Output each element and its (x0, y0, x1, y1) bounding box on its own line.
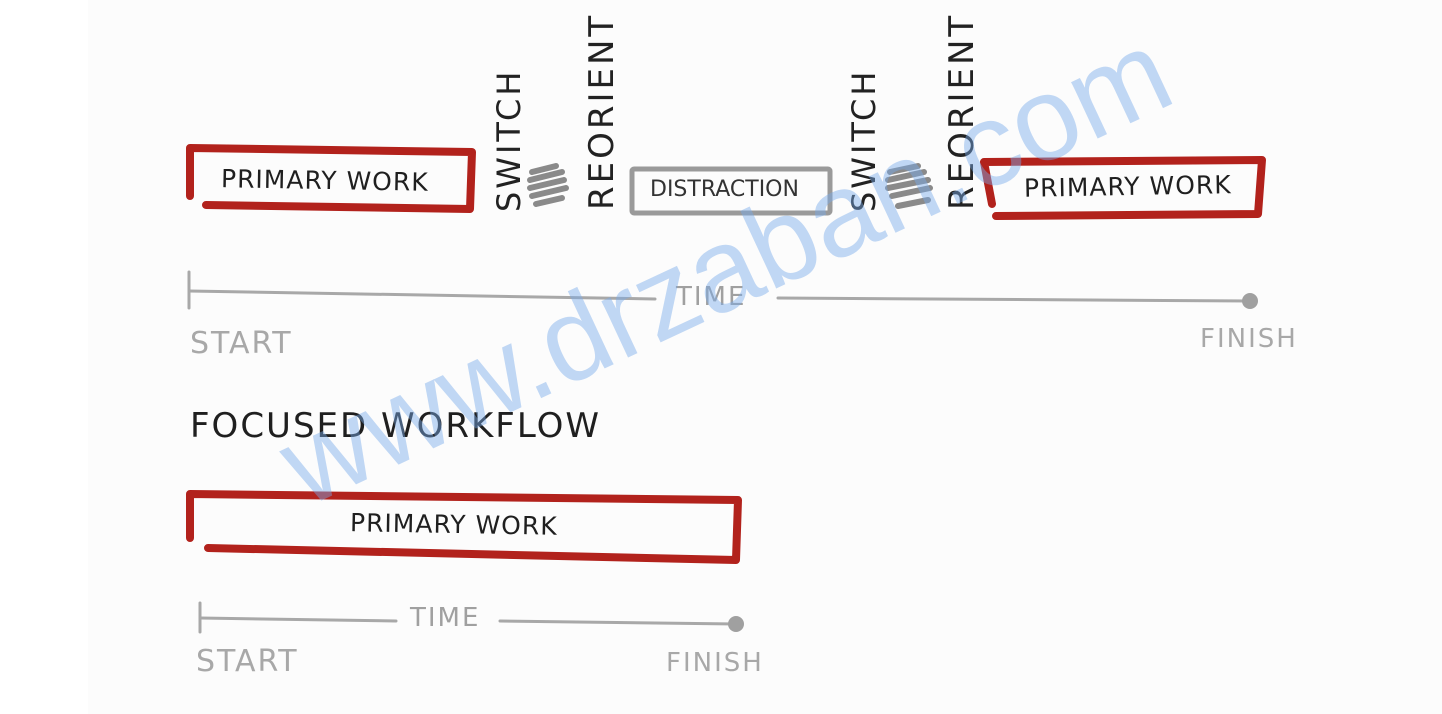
switch-scribble-2 (885, 163, 933, 209)
top-time-label: TIME (676, 282, 747, 312)
switch-label-2: SWITCH (845, 68, 883, 212)
top-timeline-end-dot (1242, 293, 1258, 309)
focused-primary-work-label: PRIMARY WORK (349, 508, 558, 541)
primary-work-label-2: PRIMARY WORK (1023, 170, 1232, 203)
distraction-label: DISTRACTION (650, 177, 799, 202)
reorient-label-1: REORIENT (582, 12, 622, 210)
focused-timeline-end-dot (728, 616, 744, 632)
reorient-label-2: REORIENT (942, 12, 982, 210)
switch-scribble-1 (527, 163, 569, 207)
focused-workflow-heading: FOCUSED WORKFLOW (190, 406, 601, 446)
primary-work-label-1: PRIMARY WORK (220, 164, 429, 197)
focused-time-label: TIME (410, 603, 481, 633)
focused-finish-label: FINISH (666, 648, 764, 678)
switch-label-1: SWITCH (490, 68, 528, 212)
focused-start-label: START (196, 644, 299, 679)
top-finish-label: FINISH (1200, 324, 1298, 354)
top-start-label: START (190, 326, 293, 361)
